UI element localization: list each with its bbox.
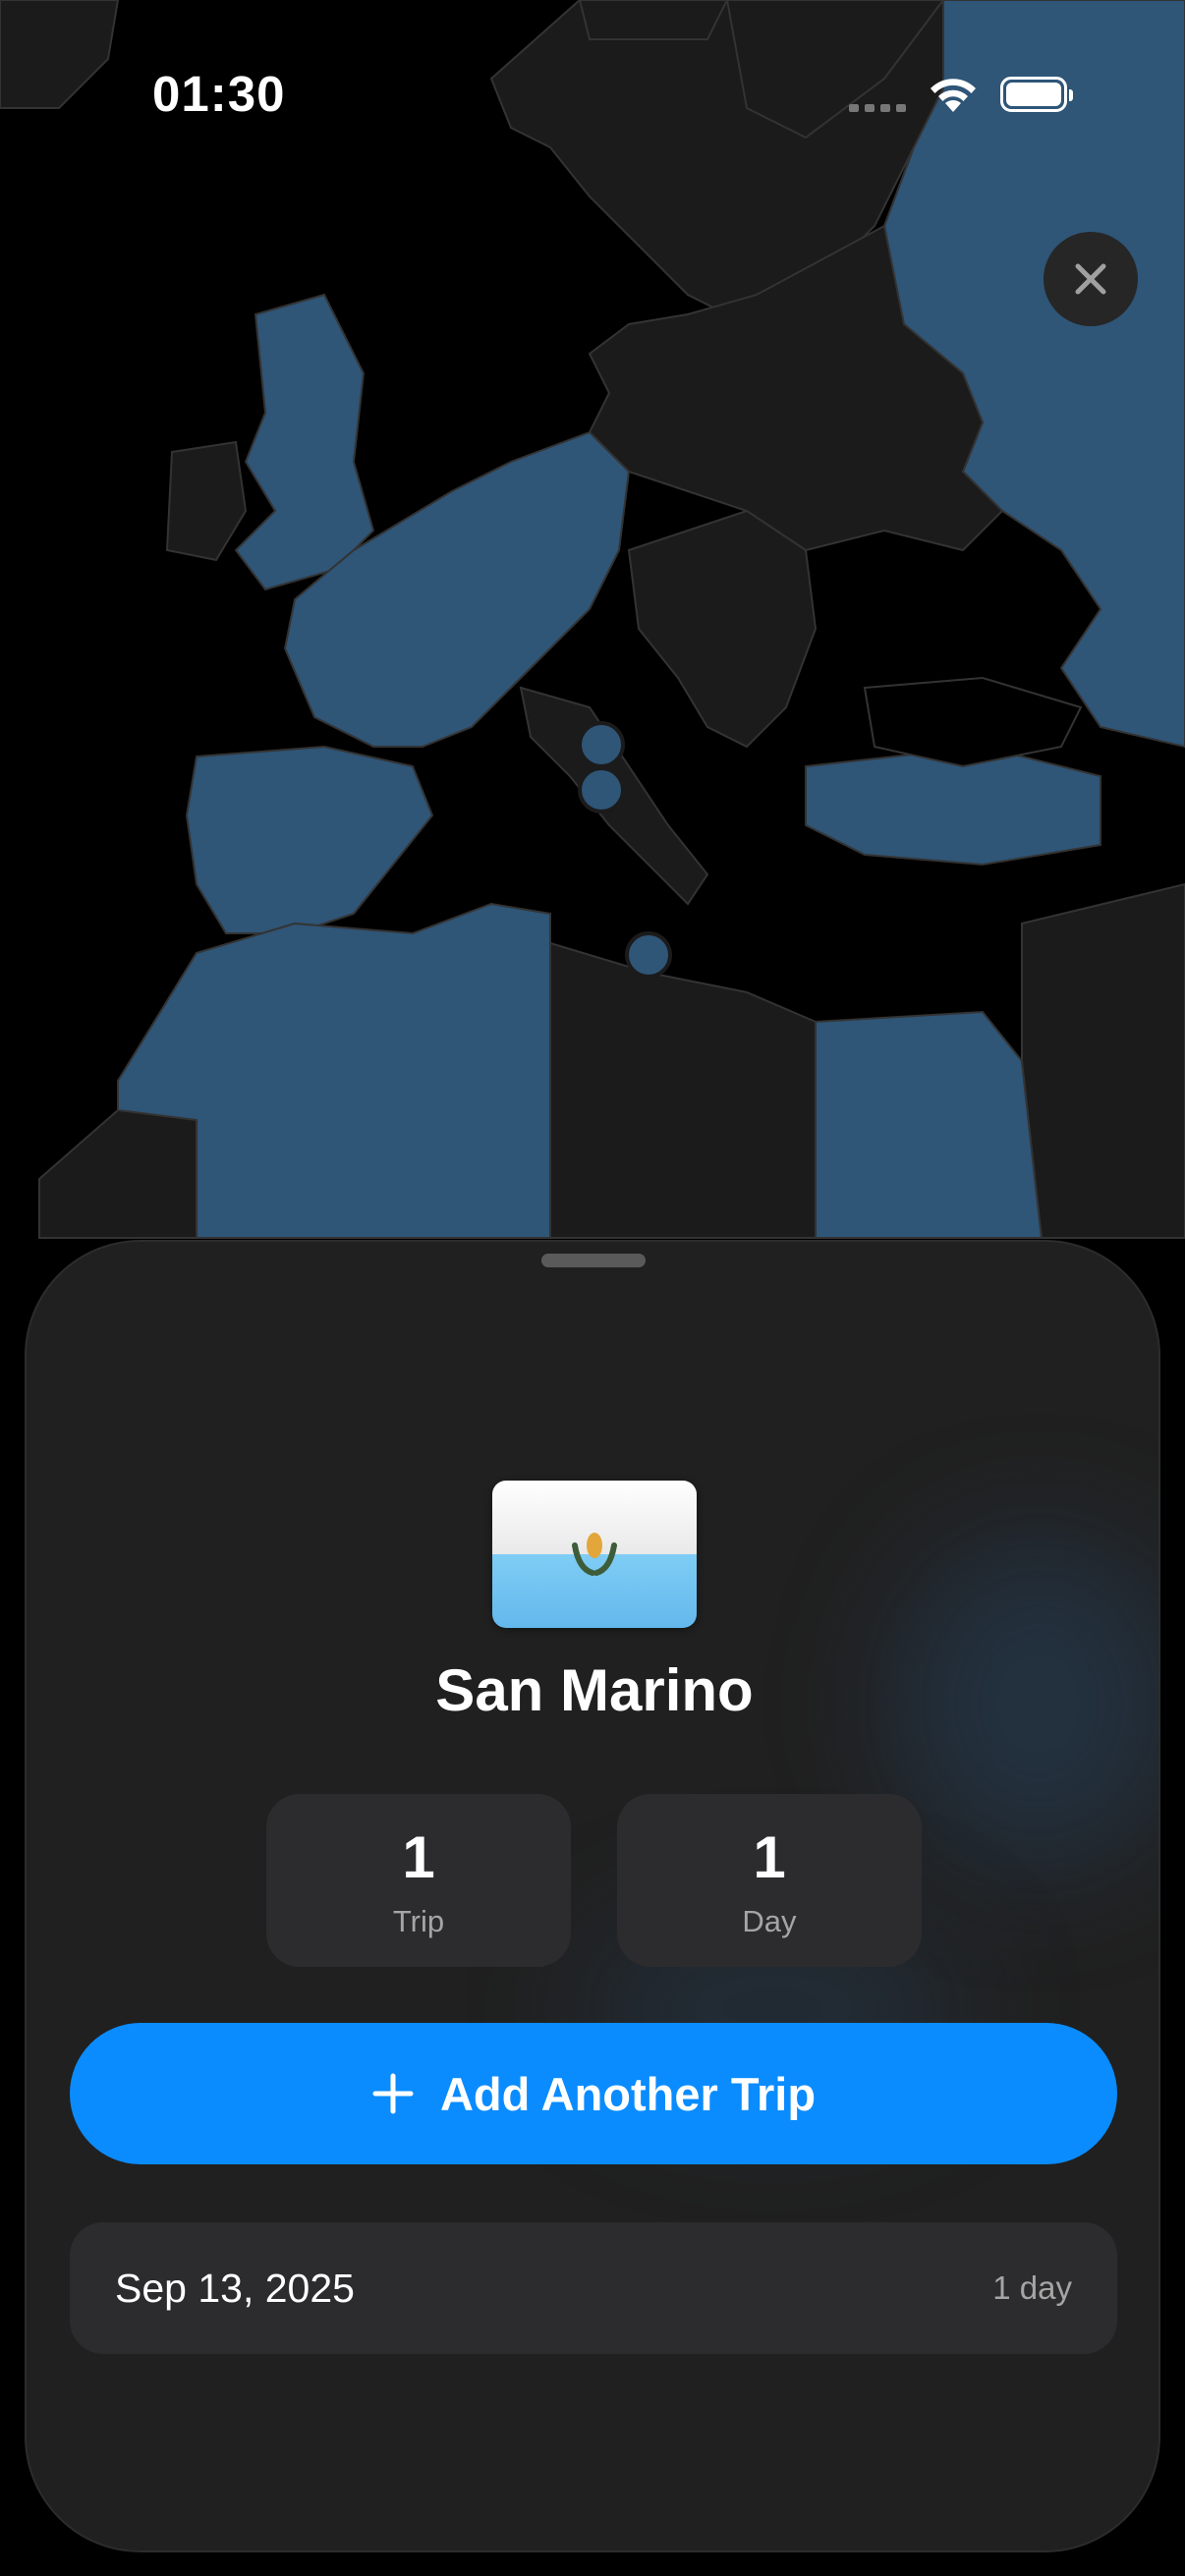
stat-value: 1	[753, 1824, 786, 1890]
stat-card-trips: 1 Trip	[266, 1794, 571, 1967]
stat-card-days: 1 Day	[617, 1794, 922, 1967]
trip-date: Sep 13, 2025	[115, 2266, 355, 2311]
trip-row[interactable]: Sep 13, 2025 1 day	[70, 2222, 1117, 2354]
map-pin[interactable]	[578, 721, 625, 768]
world-map[interactable]	[0, 0, 1185, 1277]
stat-value: 1	[402, 1824, 435, 1890]
close-button[interactable]	[1044, 232, 1138, 326]
add-trip-label: Add Another Trip	[439, 2067, 817, 2120]
status-time: 01:30	[152, 66, 286, 122]
map-canvas	[0, 0, 1185, 1277]
cellular-signal-icon	[849, 104, 906, 112]
trip-duration: 1 day	[992, 2269, 1072, 2306]
wifi-icon	[931, 79, 976, 112]
status-bar: 01:30	[0, 0, 1185, 187]
add-another-trip-button[interactable]: Add Another Trip	[70, 2023, 1117, 2164]
screen: 01:30 San Marino 1 Trip 1 Day Add Anothe…	[0, 0, 1185, 2576]
sheet-grabber[interactable]	[541, 1254, 646, 1267]
stat-label: Day	[742, 1904, 797, 1938]
land-egypt	[815, 1010, 1044, 1239]
san-marino-flag-icon	[492, 1481, 697, 1628]
country-detail-sheet: San Marino 1 Trip 1 Day Add Another Trip…	[25, 1240, 1160, 2552]
map-pin[interactable]	[578, 766, 625, 813]
battery-icon	[1000, 77, 1073, 112]
plus-icon	[372, 2073, 414, 2114]
land-middle-east	[1021, 882, 1185, 1239]
stat-label: Trip	[392, 1904, 445, 1938]
close-icon	[1075, 263, 1106, 295]
map-pin[interactable]	[625, 931, 672, 979]
country-name: San Marino	[435, 1657, 754, 1723]
